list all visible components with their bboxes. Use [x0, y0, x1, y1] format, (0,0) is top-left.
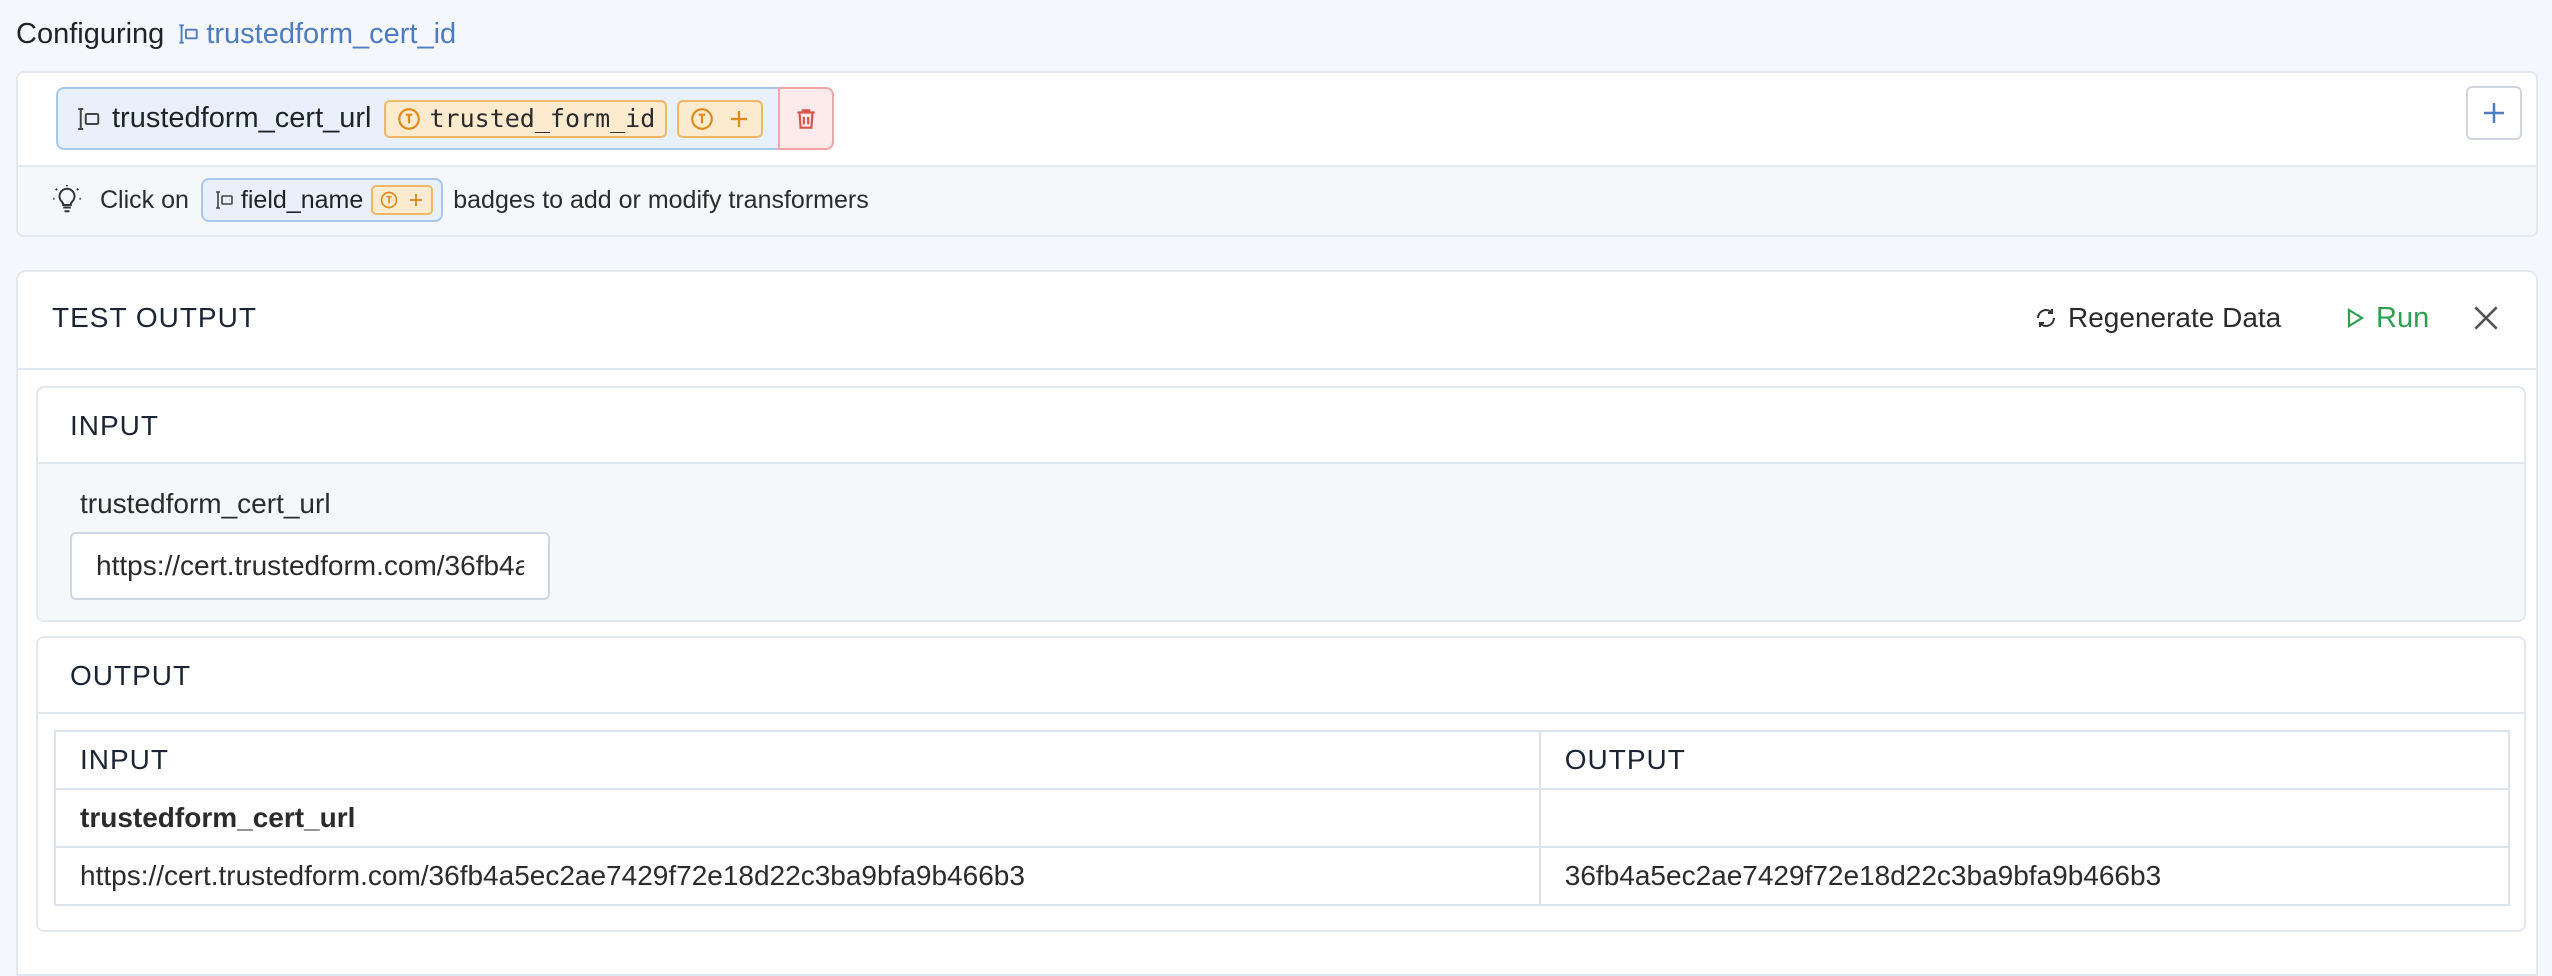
table-cell: https://cert.trustedform.com/36fb4a5ec2a… [54, 846, 1541, 906]
input-section-title: INPUT [70, 410, 159, 441]
regenerate-data-button[interactable]: Regenerate Data [2034, 298, 2281, 338]
field-icon [72, 104, 102, 134]
plus-icon [407, 191, 425, 209]
hint-row: Click on field_name badges to add or mod… [52, 177, 869, 223]
test-output-title: TEST OUTPUT [52, 302, 257, 333]
column-header-output: OUTPUT [1538, 730, 2511, 790]
output-section-header: OUTPUT [38, 638, 2524, 714]
plus-icon [2479, 98, 2509, 128]
field-chip-label: trustedform_cert_url [112, 102, 372, 134]
transformer-chain-card: trustedform_cert_url trusted_form_id Cli… [16, 71, 2538, 237]
close-icon [2470, 302, 2502, 334]
run-button[interactable]: Run [2344, 298, 2429, 338]
add-field-button[interactable] [2466, 86, 2522, 140]
transformer-label: trusted_form_id [429, 104, 656, 133]
delete-field-button[interactable] [778, 87, 834, 150]
hint-text-before: Click on [100, 185, 189, 214]
table-cell: 36fb4a5ec2ae7429f72e18d22c3ba9bfa9b466b3 [1538, 846, 2511, 906]
transformer-icon [379, 190, 399, 210]
field-icon [174, 21, 200, 47]
lightbulb-icon [52, 185, 82, 215]
hint-text-after: badges to add or modify transformers [453, 185, 869, 214]
configuring-field-name[interactable]: trustedform_cert_id [206, 18, 456, 51]
column-header-input: INPUT [54, 730, 1541, 790]
transformer-badge[interactable]: trusted_form_id [383, 99, 668, 138]
refresh-icon [2034, 306, 2058, 330]
table-header-row: INPUT OUTPUT [54, 730, 2511, 790]
play-icon [2344, 306, 2366, 330]
input-section-header: INPUT [38, 388, 2524, 464]
plus-icon [727, 107, 751, 131]
table-row: https://cert.trustedform.com/36fb4a5ec2a… [54, 846, 2511, 906]
output-section-title: OUTPUT [70, 660, 192, 691]
example-transformer-badge [371, 185, 434, 215]
field-icon [211, 188, 235, 212]
regenerate-data-label: Regenerate Data [2068, 302, 2282, 333]
example-field-label: field_name [240, 185, 364, 214]
table-cell [1538, 788, 2511, 848]
configuring-header: Configuring trustedform_cert_id [16, 16, 456, 52]
add-transformer-badge[interactable] [677, 99, 764, 138]
transformer-icon [396, 106, 422, 132]
field-chip[interactable]: trustedform_cert_url trusted_form_id [56, 87, 814, 150]
trash-icon [793, 106, 819, 132]
output-table: INPUT OUTPUT trustedform_cert_url https:… [54, 730, 2511, 906]
input-field-label: trustedform_cert_url [80, 488, 331, 519]
configuring-label: Configuring [16, 17, 165, 50]
trustedform-cert-url-input[interactable] [70, 532, 550, 600]
table-cell: trustedform_cert_url [54, 788, 1541, 848]
panel-divider [18, 368, 2536, 370]
input-section: INPUT trustedform_cert_url [36, 386, 2526, 622]
close-button[interactable] [2466, 298, 2506, 338]
table-row: trustedform_cert_url [54, 788, 2511, 848]
test-output-panel: TEST OUTPUT Regenerate Data Run INPUT tr… [16, 270, 2538, 976]
example-field-chip: field_name [200, 178, 444, 222]
output-section: OUTPUT INPUT OUTPUT trustedform_cert_url… [36, 636, 2526, 932]
transformer-icon [689, 106, 715, 132]
run-label: Run [2376, 301, 2430, 334]
